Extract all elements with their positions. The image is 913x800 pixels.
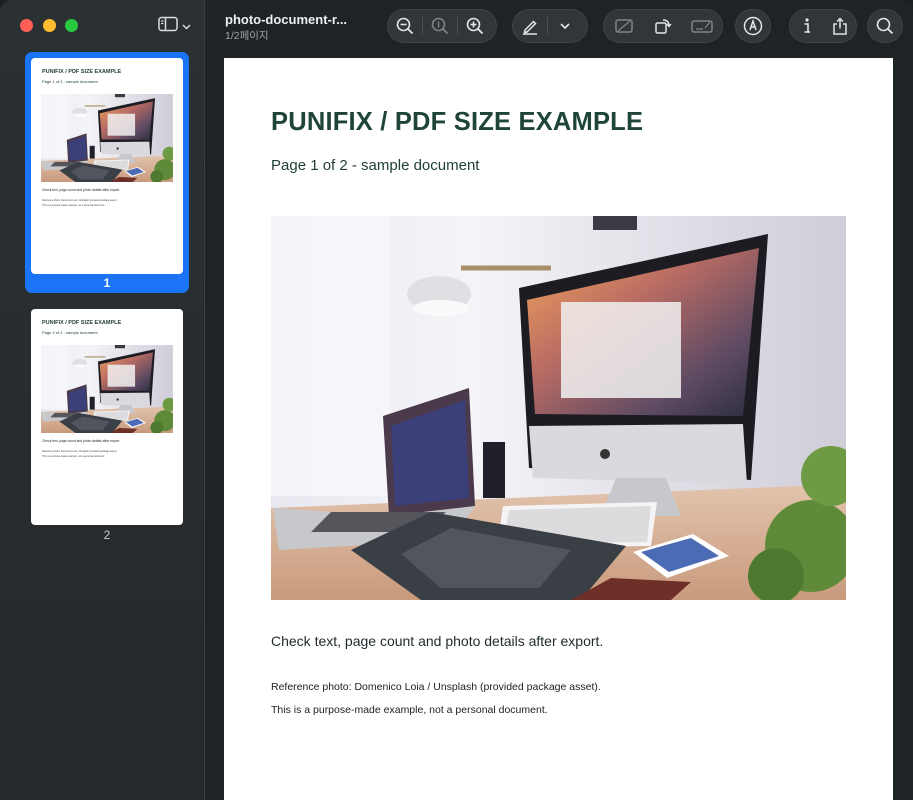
highlight-options-button[interactable] xyxy=(548,10,582,42)
crop-icon xyxy=(614,19,633,33)
page-thumbnail-1[interactable]: PUNIFIX / PDF SIZE EXAMPLE Page 1 of 2 -… xyxy=(31,58,183,274)
markup-button[interactable] xyxy=(735,9,771,43)
thumbnail-reference: Reference photo: Domenico Loia / Unsplas… xyxy=(42,199,117,202)
thumbnail-title: PUNIFIX / PDF SIZE EXAMPLE xyxy=(42,69,122,75)
thumbnail-reference: Reference photo: Domenico Loia / Unsplas… xyxy=(42,450,117,453)
edit-tools xyxy=(603,9,723,43)
thumbnail-check-text: Check text, page count and photo details… xyxy=(42,188,120,192)
share-icon xyxy=(832,16,847,35)
crop-button[interactable] xyxy=(607,10,641,42)
thumbnail-sidebar: PUNIFIX / PDF SIZE EXAMPLE Page 1 of 2 -… xyxy=(0,0,205,800)
page-thumbnail-2[interactable]: PUNIFIX / PDF SIZE EXAMPLE Page 2 of 2 -… xyxy=(31,309,183,525)
preview-window: PUNIFIX / PDF SIZE EXAMPLE Page 1 of 2 -… xyxy=(0,0,913,800)
page-subheading: Page 1 of 2 - sample document xyxy=(271,157,480,174)
document-page: PUNIFIX / PDF SIZE EXAMPLE Page 1 of 2 -… xyxy=(224,58,893,800)
info-share-group xyxy=(789,9,857,43)
redact-icon xyxy=(691,20,714,33)
page-number-2: 2 xyxy=(103,528,111,542)
actual-size-button[interactable] xyxy=(423,10,457,42)
zoom-out-icon xyxy=(396,17,414,35)
reference-text: Reference photo: Domenico Loia / Unsplas… xyxy=(271,681,601,693)
zoom-controls xyxy=(387,9,497,43)
chevron-down-icon xyxy=(182,17,191,35)
info-button[interactable] xyxy=(790,10,823,42)
markup-icon xyxy=(743,16,763,36)
share-button[interactable] xyxy=(823,10,856,42)
chevron-down-icon xyxy=(560,22,570,29)
minimize-window-button[interactable] xyxy=(43,19,56,32)
close-window-button[interactable] xyxy=(20,19,33,32)
search-icon xyxy=(876,17,894,35)
note-text: This is a purpose-made example, not a pe… xyxy=(271,704,548,716)
toolbar: photo-document-r... 1/2페이지 xyxy=(205,0,913,54)
zoom-in-button[interactable] xyxy=(458,10,492,42)
thumbnail-photo xyxy=(41,345,173,433)
thumbnail-note: This is a purpose-made example, not a pe… xyxy=(42,455,105,458)
highlight-controls xyxy=(512,9,588,43)
rotate-icon xyxy=(655,19,672,34)
check-text: Check text, page count and photo details… xyxy=(271,633,604,649)
page-heading: PUNIFIX / PDF SIZE EXAMPLE xyxy=(271,108,644,136)
rotate-button[interactable] xyxy=(646,10,680,42)
search-button[interactable] xyxy=(867,9,903,43)
thumbnail-check-text: Check text, page count and photo details… xyxy=(42,439,120,443)
desk-photo xyxy=(271,216,846,600)
thumbnail-subtitle: Page 2 of 2 - sample document xyxy=(42,330,98,335)
zoom-in-icon xyxy=(466,17,484,35)
zoom-out-button[interactable] xyxy=(388,10,422,42)
page-number-1: 1 xyxy=(103,276,111,290)
page-indicator: 1/2페이지 xyxy=(225,30,269,42)
sidebar-icon xyxy=(158,16,178,37)
thumbnail-note: This is a purpose-made example, not a pe… xyxy=(42,204,105,207)
info-icon xyxy=(804,18,810,33)
actual-size-icon xyxy=(431,17,449,35)
thumbnail-subtitle: Page 1 of 2 - sample document xyxy=(42,79,98,84)
sidebar-toggle-button[interactable] xyxy=(158,16,194,36)
redact-button[interactable] xyxy=(685,10,719,42)
highlight-pen-icon xyxy=(523,20,537,35)
document-title: photo-document-r... xyxy=(225,12,348,27)
thumbnail-title: PUNIFIX / PDF SIZE EXAMPLE xyxy=(42,320,122,326)
thumbnail-photo xyxy=(41,94,173,182)
document-viewer[interactable]: PUNIFIX / PDF SIZE EXAMPLE Page 1 of 2 -… xyxy=(206,54,913,800)
highlight-button[interactable] xyxy=(513,10,547,42)
zoom-window-button[interactable] xyxy=(65,19,78,32)
